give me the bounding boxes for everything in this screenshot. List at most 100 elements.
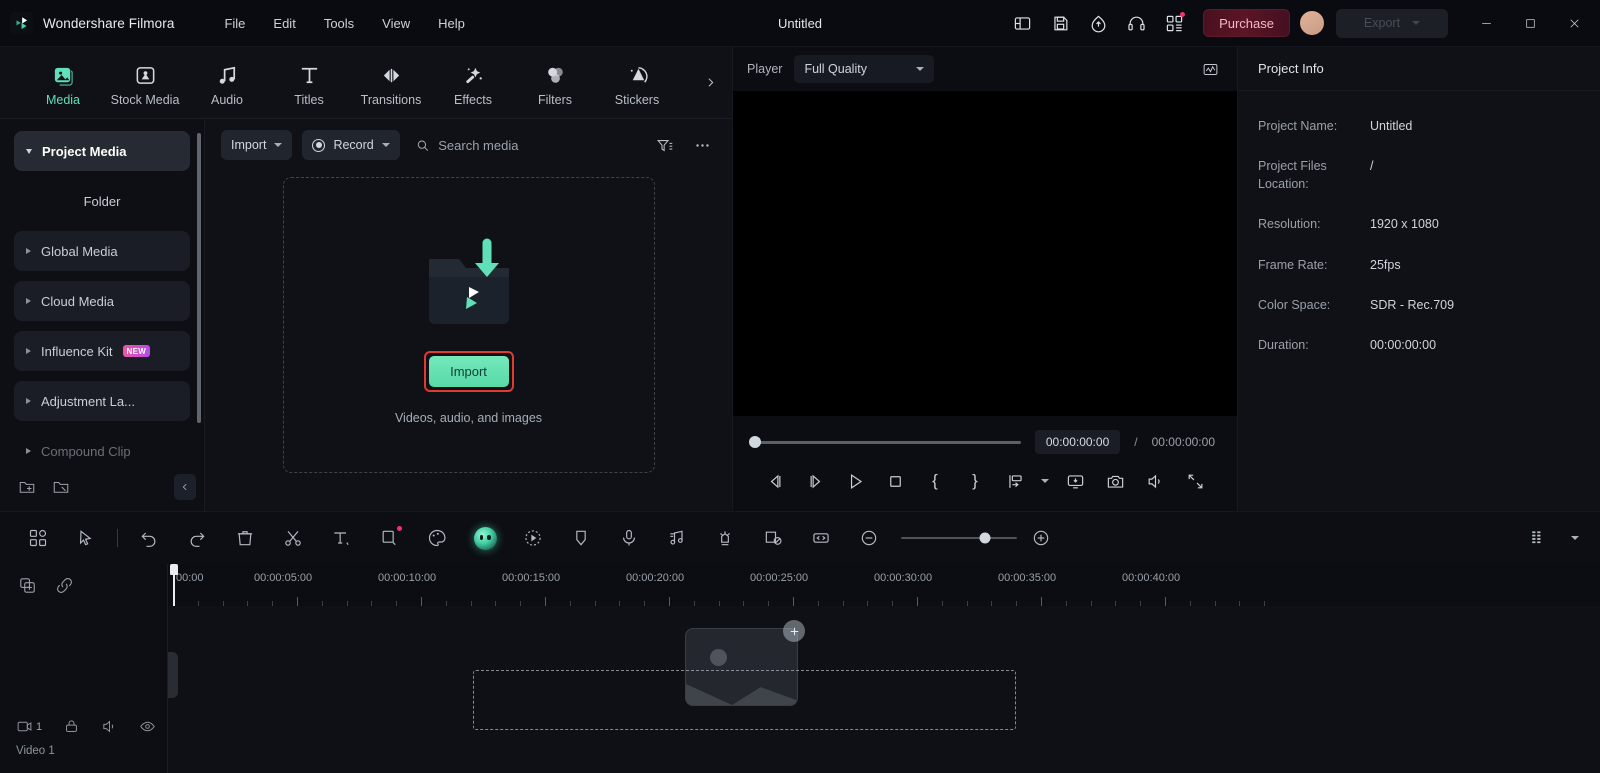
- more-options-icon[interactable]: [688, 131, 716, 159]
- fit-timeline-icon[interactable]: [797, 519, 845, 557]
- keyframe-shield-icon[interactable]: [557, 519, 605, 557]
- track-lane[interactable]: [167, 606, 1600, 773]
- render-preview-icon[interactable]: [1514, 519, 1562, 557]
- sidebar-item-global-media[interactable]: Global Media: [14, 231, 190, 271]
- zoom-slider-handle[interactable]: [979, 533, 990, 544]
- export-button[interactable]: Export: [1336, 9, 1448, 38]
- marker-icon[interactable]: [701, 519, 749, 557]
- maximize-icon[interactable]: [1508, 0, 1552, 47]
- layout-panel-icon[interactable]: [1003, 4, 1041, 42]
- nav-tab-label: Transitions: [361, 93, 422, 107]
- fullscreen-icon[interactable]: [1175, 464, 1215, 498]
- video-preview-stage[interactable]: [733, 91, 1237, 416]
- cloud-upload-icon[interactable]: [1079, 4, 1117, 42]
- templates-grid-icon[interactable]: [14, 519, 62, 557]
- add-track-icon[interactable]: [18, 576, 37, 595]
- import-button[interactable]: Import: [429, 356, 509, 387]
- nav-tab-filters[interactable]: Filters: [514, 58, 596, 107]
- select-cursor-icon[interactable]: [62, 519, 110, 557]
- qr-code-icon[interactable]: [1155, 4, 1193, 42]
- record-dropdown-button[interactable]: Record: [302, 130, 399, 160]
- save-icon[interactable]: [1041, 4, 1079, 42]
- seek-handle[interactable]: [749, 436, 761, 448]
- minimize-icon[interactable]: [1464, 0, 1508, 47]
- nav-next-icon[interactable]: [698, 66, 722, 100]
- ai-smart-icon[interactable]: [461, 519, 509, 557]
- collapse-left-icon[interactable]: [174, 474, 196, 500]
- next-frame-icon[interactable]: [795, 464, 835, 498]
- mark-in-icon[interactable]: {: [915, 464, 955, 498]
- split-scissors-icon[interactable]: [269, 519, 317, 557]
- nav-tab-media[interactable]: Media: [22, 58, 104, 107]
- text-icon[interactable]: [317, 519, 365, 557]
- volume-icon[interactable]: [1135, 464, 1175, 498]
- nav-tab-effects[interactable]: Effects: [432, 58, 514, 107]
- playhead[interactable]: [173, 564, 175, 606]
- mute-icon[interactable]: [101, 718, 118, 735]
- seek-slider[interactable]: [755, 441, 1021, 444]
- nav-tab-stickers[interactable]: Stickers: [596, 58, 678, 107]
- green-screen-icon[interactable]: [749, 519, 797, 557]
- previous-frame-icon[interactable]: [755, 464, 795, 498]
- support-headset-icon[interactable]: [1117, 4, 1155, 42]
- ruler-tick: [917, 597, 918, 606]
- zoom-in-icon[interactable]: [1017, 519, 1065, 557]
- close-icon[interactable]: [1552, 0, 1596, 47]
- delete-icon[interactable]: [221, 519, 269, 557]
- quality-select[interactable]: Full Quality: [794, 55, 934, 83]
- speed-ramping-icon[interactable]: [509, 519, 557, 557]
- import-dropdown-button[interactable]: Import: [221, 130, 292, 160]
- filter-sort-icon[interactable]: [650, 131, 678, 159]
- delete-folder-icon[interactable]: [52, 478, 70, 496]
- audio-detach-icon[interactable]: [653, 519, 701, 557]
- menu-view[interactable]: View: [368, 10, 424, 37]
- menu-help[interactable]: Help: [424, 10, 479, 37]
- current-timecode[interactable]: 00:00:00:00: [1035, 430, 1120, 454]
- stop-icon[interactable]: [875, 464, 915, 498]
- nav-tab-titles[interactable]: Titles: [268, 58, 350, 107]
- snapshot-camera-icon[interactable]: [1095, 464, 1135, 498]
- export-frame-chevron-icon[interactable]: [1035, 464, 1055, 498]
- menu-file[interactable]: File: [210, 10, 259, 37]
- menu-edit[interactable]: Edit: [259, 10, 309, 37]
- sidebar-item-adjustment-layer[interactable]: Adjustment La...: [14, 381, 190, 421]
- nav-tab-transitions[interactable]: Transitions: [350, 58, 432, 107]
- visibility-eye-icon[interactable]: [139, 718, 156, 735]
- crop-icon[interactable]: [365, 519, 413, 557]
- new-folder-icon[interactable]: [18, 478, 36, 496]
- avatar[interactable]: [1300, 11, 1324, 35]
- screen-record-icon[interactable]: [1055, 464, 1095, 498]
- toolbar-divider: [117, 529, 118, 547]
- voiceover-mic-icon[interactable]: [605, 519, 653, 557]
- play-icon[interactable]: [835, 464, 875, 498]
- zoom-out-icon[interactable]: [845, 519, 893, 557]
- timeline-panel: 00:00 00:00:05:00 00:00:10:00 00:00:15:0…: [0, 511, 1600, 773]
- redo-icon[interactable]: [173, 519, 221, 557]
- import-dropzone[interactable]: Import Videos, audio, and images: [283, 177, 655, 473]
- sidebar-item-compound-clip[interactable]: Compound Clip: [14, 431, 190, 463]
- undo-icon[interactable]: [125, 519, 173, 557]
- search-input[interactable]: [438, 138, 640, 153]
- sidebar-item-cloud-media[interactable]: Cloud Media: [14, 281, 190, 321]
- timeline-ruler[interactable]: 00:00 00:00:05:00 00:00:10:00 00:00:15:0…: [167, 564, 1600, 606]
- sidebar-item-influence-kit[interactable]: Influence Kit NEW: [14, 331, 190, 371]
- purchase-button[interactable]: Purchase: [1203, 9, 1290, 37]
- video-track-icon[interactable]: [16, 718, 33, 735]
- lock-icon[interactable]: [63, 718, 80, 735]
- sidebar-item-project-media[interactable]: Project Media: [14, 131, 190, 171]
- nav-tab-stock-media[interactable]: Stock Media: [104, 58, 186, 107]
- nav-tab-audio[interactable]: Audio: [186, 58, 268, 107]
- zoom-slider[interactable]: [901, 537, 1017, 540]
- link-clip-icon[interactable]: [55, 576, 74, 595]
- menu-tools[interactable]: Tools: [310, 10, 368, 37]
- waveform-scope-icon[interactable]: [1197, 57, 1223, 81]
- render-chevron-icon[interactable]: [1564, 519, 1586, 557]
- sidebar-scrollbar[interactable]: [197, 133, 201, 423]
- export-frame-icon[interactable]: [995, 464, 1035, 498]
- color-palette-icon[interactable]: [413, 519, 461, 557]
- info-value: 1920 x 1080: [1370, 215, 1439, 233]
- timeline-tracks: 1 Video 1: [0, 606, 1600, 773]
- sidebar-item-folder[interactable]: Folder: [14, 181, 190, 221]
- media-icon: [52, 62, 75, 88]
- mark-out-icon[interactable]: }: [955, 464, 995, 498]
